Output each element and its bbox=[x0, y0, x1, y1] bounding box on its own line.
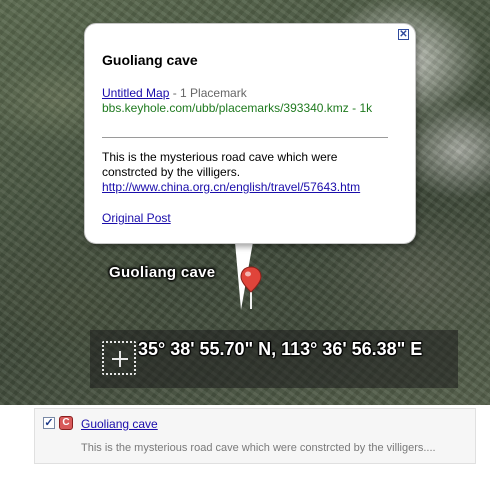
places-list-item[interactable]: ✓ C Guoliang cave This is the mysterious… bbox=[34, 408, 476, 464]
coordinate-readout: 35° 38' 55.70" N, 113° 36' 56.38" E bbox=[90, 330, 458, 388]
original-post-link[interactable]: Original Post bbox=[102, 211, 171, 225]
source-url: bbs.keyhole.com/ubb/placemarks/393340.km… bbox=[102, 101, 373, 115]
visibility-checkbox[interactable]: ✓ bbox=[43, 417, 55, 429]
travel-link[interactable]: http://www.china.org.cn/english/travel/5… bbox=[102, 180, 360, 194]
balloon-description: This is the mysterious road cave which w… bbox=[102, 150, 392, 195]
placemark-type-icon: C bbox=[59, 416, 73, 430]
untitled-map-link[interactable]: Untitled Map bbox=[102, 86, 169, 100]
balloon-title: Guoliang cave bbox=[102, 52, 198, 68]
coordinate-text: 35° 38' 55.70" N, 113° 36' 56.38" E bbox=[138, 339, 423, 359]
earth-viewer: ✕ Guoliang cave Untitled Map - 1 Placema… bbox=[0, 0, 490, 482]
placemark-count: - 1 Placemark bbox=[169, 86, 247, 100]
separator bbox=[102, 137, 388, 138]
original-post-wrapper: Original Post bbox=[102, 211, 171, 225]
places-item-description: This is the mysterious road cave which w… bbox=[81, 442, 436, 454]
close-icon[interactable]: ✕ bbox=[398, 29, 409, 40]
info-balloon: ✕ Guoliang cave Untitled Map - 1 Placema… bbox=[84, 23, 416, 244]
placemark-label[interactable]: Guoliang cave bbox=[109, 264, 215, 281]
placemark-pin-icon[interactable] bbox=[240, 266, 262, 310]
places-item-name-link[interactable]: Guoliang cave bbox=[81, 417, 158, 431]
map-line: Untitled Map - 1 Placemark bbox=[102, 86, 247, 100]
description-text: This is the mysterious road cave which w… bbox=[102, 150, 338, 179]
crosshair-icon bbox=[102, 341, 136, 375]
